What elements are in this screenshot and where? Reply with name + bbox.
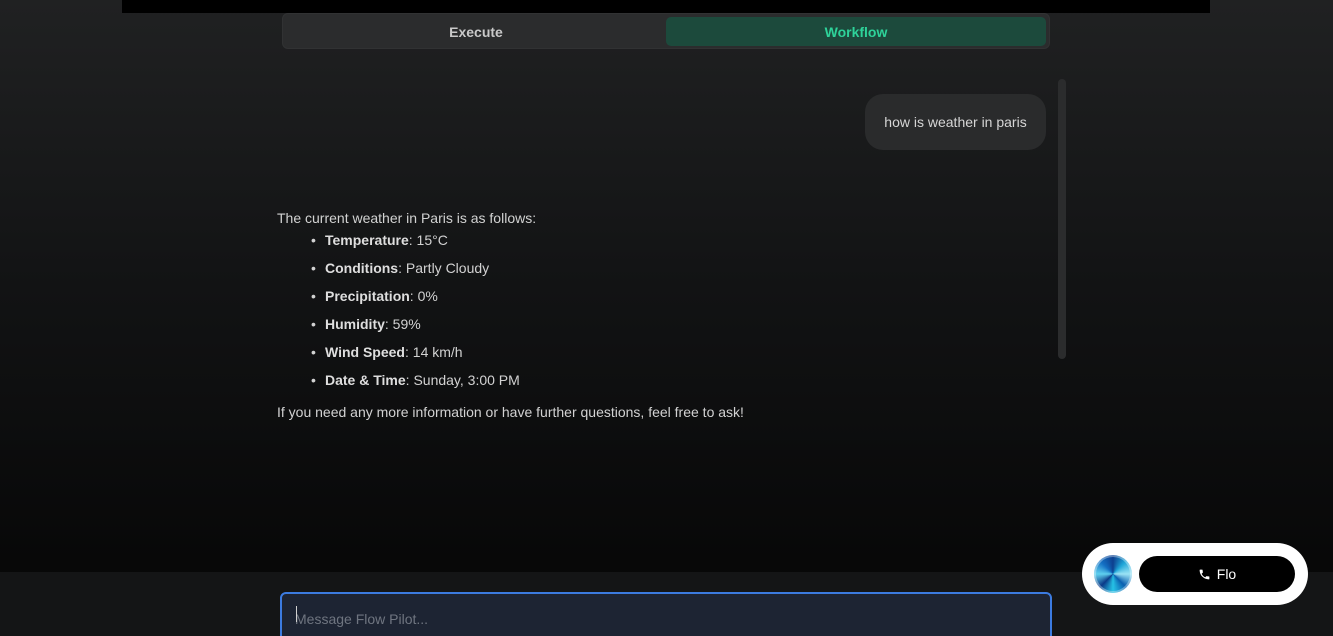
- assistant-outro: If you need any more information or have…: [277, 404, 744, 420]
- item-value: : 15°C: [408, 232, 448, 248]
- list-item: • Temperature: 15°C: [311, 231, 1037, 259]
- item-value: : Partly Cloudy: [398, 260, 490, 276]
- list-item: • Conditions: Partly Cloudy: [311, 259, 1037, 287]
- list-item: • Wind Speed: 14 km/h: [311, 343, 1037, 371]
- flo-avatar-orb-icon[interactable]: [1094, 555, 1132, 593]
- user-message-text: how is weather in paris: [884, 114, 1027, 130]
- bullet-icon: •: [311, 372, 316, 388]
- assistant-message: The current weather in Paris is as follo…: [277, 209, 1037, 421]
- item-label: Precipitation: [325, 288, 410, 304]
- item-label: Humidity: [325, 316, 385, 332]
- bullet-icon: •: [311, 344, 316, 360]
- message-composer: [280, 592, 1052, 636]
- item-label: Date & Time: [325, 372, 406, 388]
- item-value: : Sunday, 3:00 PM: [405, 372, 520, 388]
- item-label: Temperature: [325, 232, 409, 248]
- chat-scrollbar[interactable]: [1058, 79, 1066, 359]
- list-item: • Date & Time: Sunday, 3:00 PM: [311, 371, 1037, 399]
- item-label: Conditions: [325, 260, 399, 276]
- item-label: Wind Speed: [325, 344, 405, 360]
- bullet-icon: •: [311, 316, 316, 332]
- tab-workflow[interactable]: Workflow: [666, 17, 1046, 46]
- top-black-strip: [122, 0, 1210, 13]
- list-item: • Humidity: 59%: [311, 315, 1037, 343]
- phone-icon: [1198, 568, 1211, 581]
- flo-voice-widget: Flo: [1082, 543, 1308, 605]
- message-input[interactable]: [282, 594, 1050, 634]
- user-message-bubble: how is weather in paris: [865, 94, 1046, 150]
- flo-call-button[interactable]: Flo: [1139, 556, 1295, 592]
- item-value: : 14 km/h: [405, 344, 463, 360]
- bullet-icon: •: [311, 288, 316, 304]
- mode-tabs: Execute Workflow: [282, 13, 1050, 49]
- flo-button-label: Flo: [1216, 566, 1237, 582]
- text-caret: [296, 606, 297, 622]
- item-value: : 59%: [384, 316, 421, 332]
- bullet-icon: •: [311, 260, 316, 276]
- weather-details-list: • Temperature: 15°C • Conditions: Partly C…: [311, 231, 1037, 399]
- item-value: : 0%: [409, 288, 438, 304]
- bullet-icon: •: [311, 232, 316, 248]
- assistant-intro: The current weather in Paris is as follo…: [277, 210, 537, 226]
- tab-execute[interactable]: Execute: [286, 17, 666, 46]
- list-item: • Precipitation: 0%: [311, 287, 1037, 315]
